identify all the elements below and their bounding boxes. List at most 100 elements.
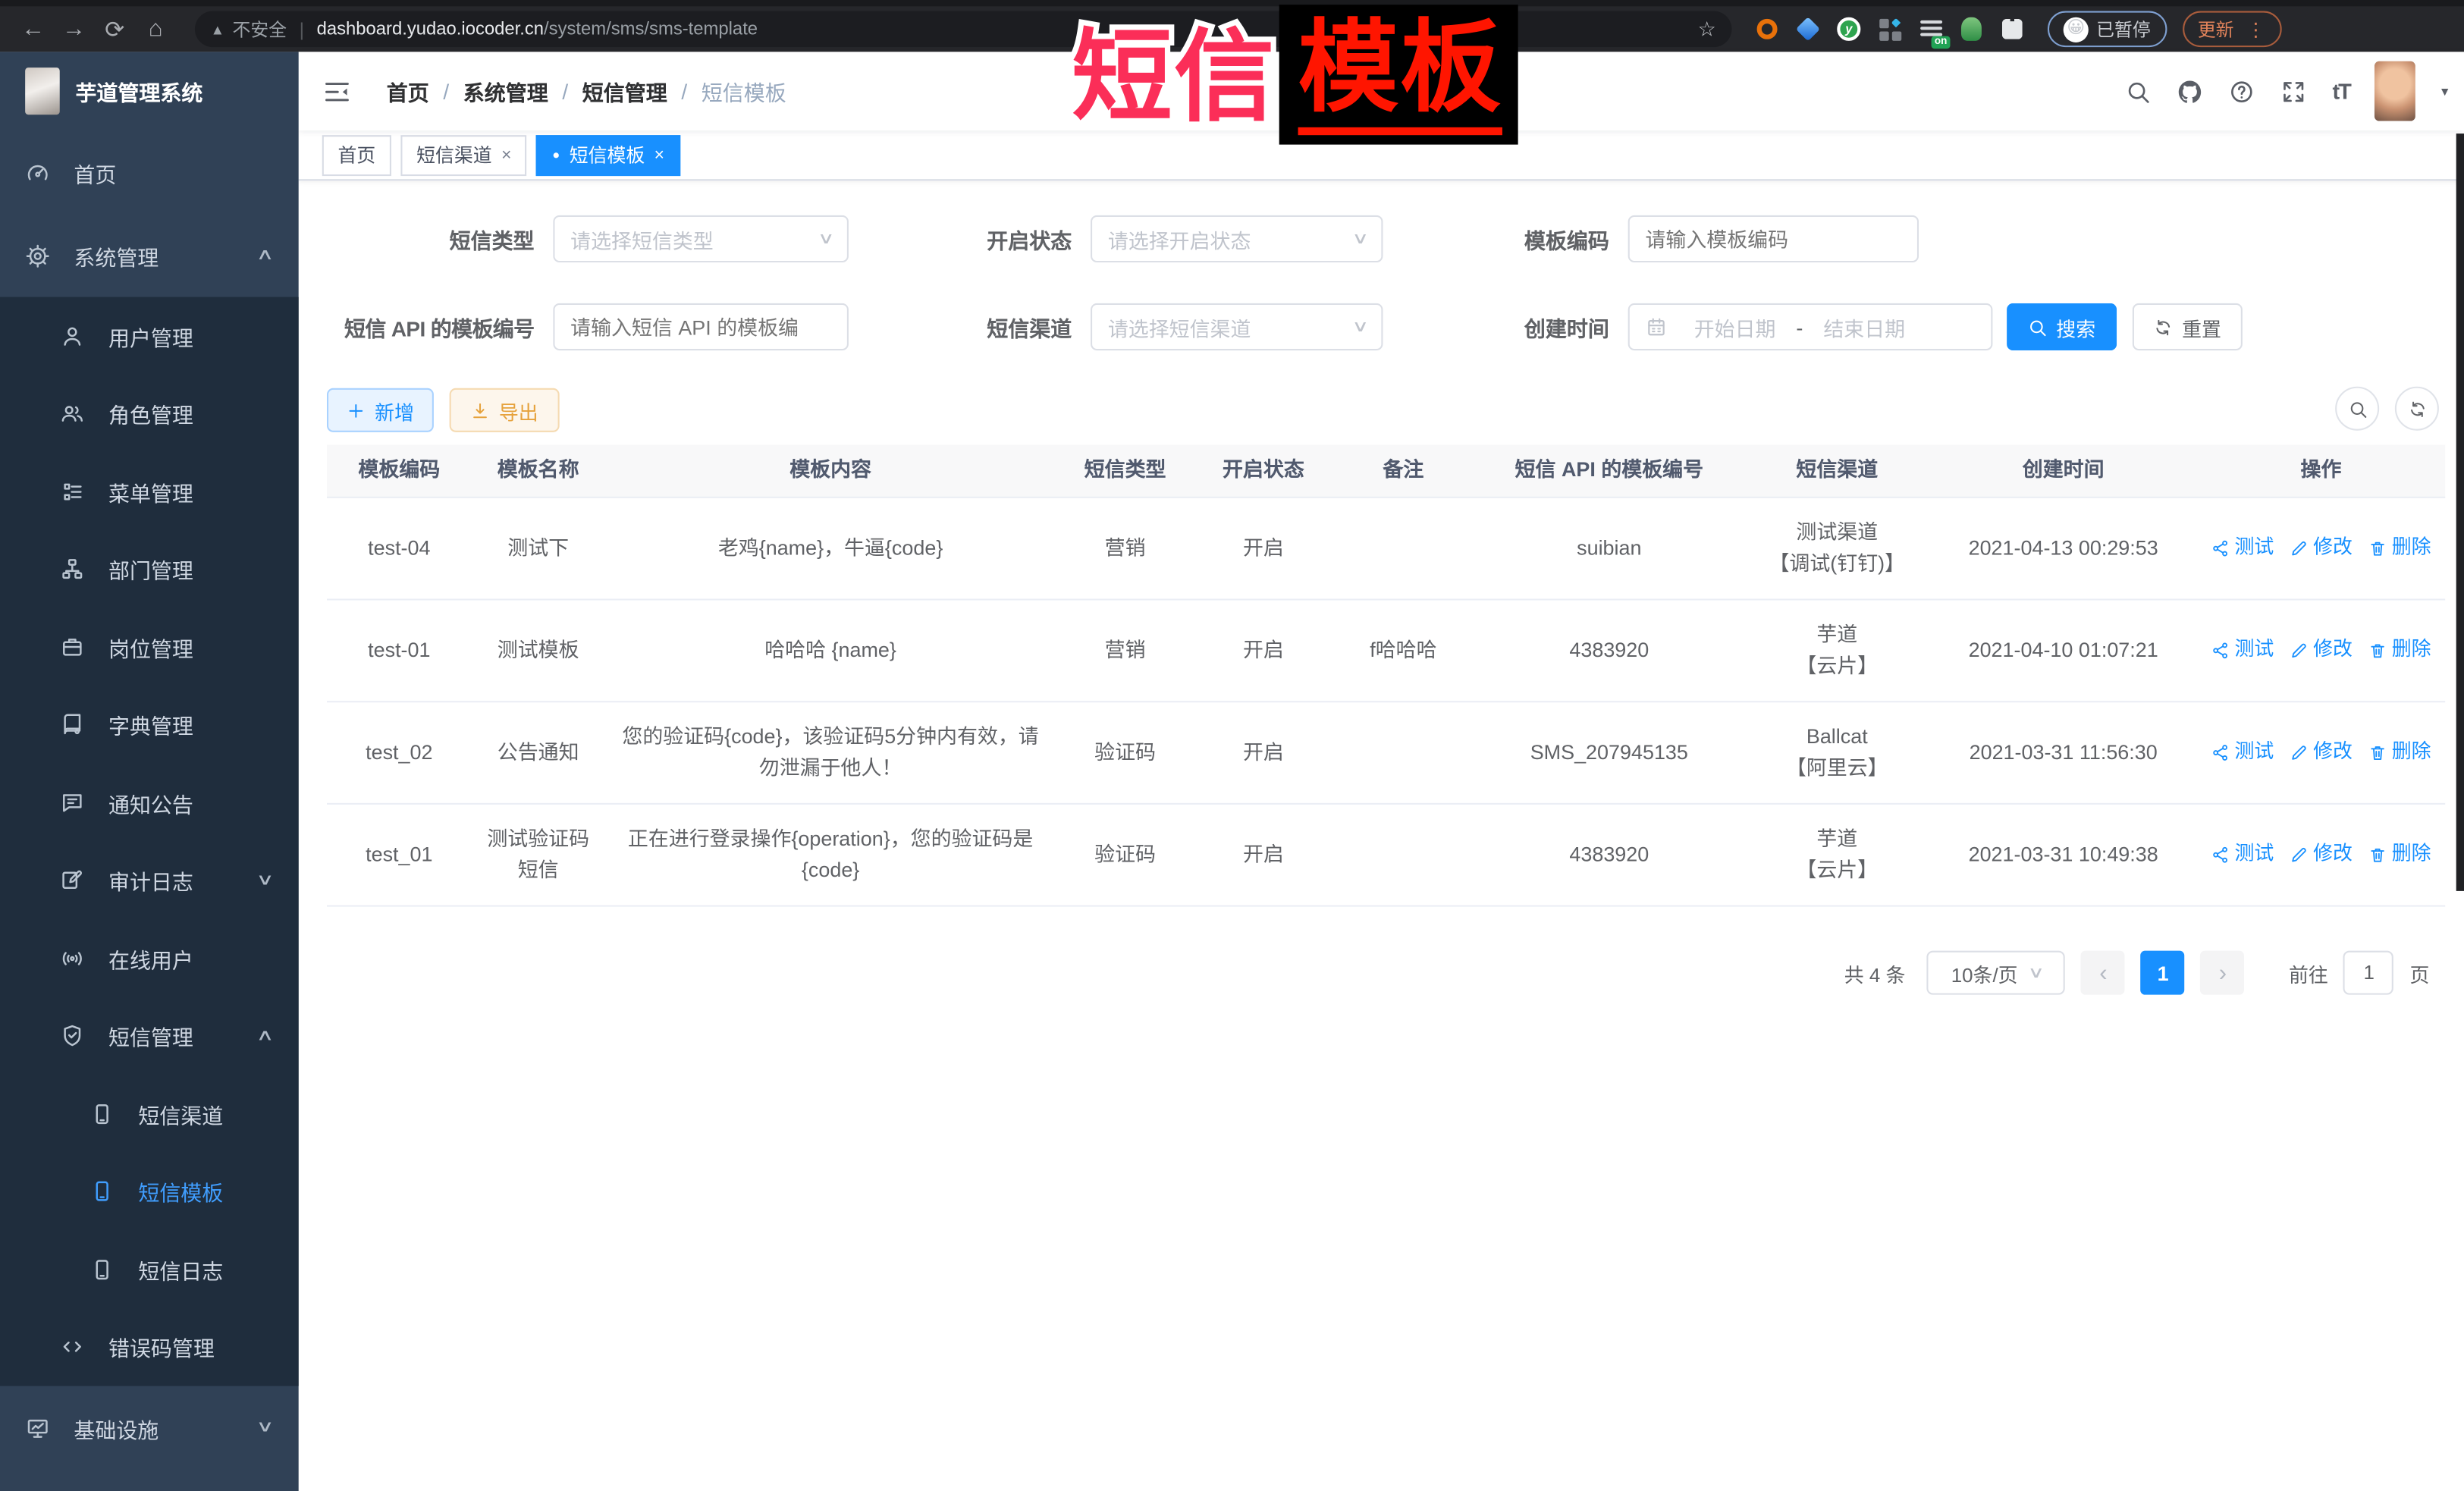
date-separator: - — [1796, 315, 1803, 338]
page-size-select[interactable]: 10条/页 ∨ — [1927, 951, 2065, 995]
extension-icon-yuque[interactable]: y — [1835, 16, 1862, 42]
cell-sms-type: 营销 — [1056, 635, 1194, 667]
browser-back-button[interactable]: ← — [13, 8, 54, 49]
edit-note-icon — [60, 868, 85, 893]
sidebar-item-infrastructure[interactable]: 基础设施 ∨ — [0, 1386, 299, 1470]
breadcrumb-separator: / — [681, 80, 687, 103]
close-icon[interactable]: × — [654, 146, 664, 165]
sidebar-item-users[interactable]: 用户管理 — [0, 297, 299, 375]
date-range-picker[interactable]: 开始日期 - 结束日期 — [1628, 303, 1993, 350]
share-icon — [2211, 743, 2230, 762]
search-icon[interactable] — [2125, 78, 2152, 105]
table-refresh-button[interactable] — [2395, 387, 2439, 431]
delete-link[interactable]: 删除 — [2368, 636, 2431, 666]
help-icon[interactable] — [2229, 78, 2255, 105]
delete-link[interactable]: 删除 — [2368, 533, 2431, 563]
tree-list-icon — [60, 479, 85, 504]
extension-icon-adblock[interactable] — [1753, 16, 1780, 42]
sidebar-item-sms-log[interactable]: 短信日志 — [0, 1230, 299, 1308]
sidebar-item-sms-management[interactable]: 短信管理 ∧ — [0, 997, 299, 1075]
mobile-phone-icon — [89, 1101, 115, 1126]
test-link[interactable]: 测试 — [2211, 840, 2274, 870]
goto-page-input[interactable] — [2344, 951, 2394, 995]
add-button[interactable]: 新增 — [327, 388, 434, 432]
breadcrumb-home[interactable]: 首页 — [387, 75, 429, 106]
delete-link[interactable]: 删除 — [2368, 737, 2431, 767]
sidebar-item-roles[interactable]: 角色管理 — [0, 375, 299, 453]
template-code-input[interactable] — [1628, 215, 1919, 262]
sidebar-item-sms-template[interactable]: 短信模板 — [0, 1153, 299, 1231]
delete-link[interactable]: 删除 — [2368, 840, 2431, 870]
sidebar-item-label: 审计日志 — [108, 865, 193, 896]
extension-icon-gem[interactable] — [1794, 16, 1821, 42]
extension-icon-grid[interactable] — [1876, 16, 1903, 42]
breadcrumb-sms[interactable]: 短信管理 — [582, 75, 667, 106]
sidebar-item-dictionary[interactable]: 字典管理 — [0, 686, 299, 764]
date-end-placeholder[interactable]: 结束日期 — [1810, 312, 1919, 341]
active-dot-icon: ● — [552, 149, 560, 162]
edit-link[interactable]: 修改 — [2290, 737, 2353, 767]
sidebar-item-positions[interactable]: 岗位管理 — [0, 608, 299, 686]
extension-icon-puzzle[interactable] — [1999, 16, 2026, 42]
extensions-row: y on — [1753, 16, 2025, 42]
cell-template-code: test-01 — [327, 635, 472, 667]
edit-link[interactable]: 修改 — [2290, 840, 2353, 870]
table-search-toggle-button[interactable] — [2335, 387, 2379, 431]
browser-update-button[interactable]: 更新 ⋮ — [2182, 11, 2281, 48]
export-button[interactable]: 导出 — [450, 388, 560, 432]
page-number-1[interactable]: 1 — [2141, 951, 2185, 995]
edit-link[interactable]: 修改 — [2290, 636, 2353, 666]
browser-reload-button[interactable]: ⟳ — [94, 8, 135, 49]
sidebar-item-online-users[interactable]: 在线用户 — [0, 919, 299, 997]
browser-forward-button[interactable]: → — [53, 8, 94, 49]
address-bar[interactable]: ▲ 不安全 | dashboard.yudao.iocoder.cn/syste… — [195, 11, 1732, 48]
badge-icon — [60, 635, 85, 660]
date-start-placeholder[interactable]: 开始日期 — [1680, 312, 1790, 341]
test-link[interactable]: 测试 — [2211, 636, 2274, 666]
sidebar-item-departments[interactable]: 部门管理 — [0, 530, 299, 608]
sidebar-item-error-codes[interactable]: 错误码管理 — [0, 1308, 299, 1386]
sidebar-item-sms-channel[interactable]: 短信渠道 — [0, 1075, 299, 1153]
next-page-button[interactable]: › — [2201, 951, 2245, 995]
avatar-dropdown-icon[interactable]: ▾ — [2441, 83, 2448, 100]
tab-home[interactable]: 首页 — [322, 134, 391, 175]
browser-menu-kebab-icon[interactable]: ⋮ — [2246, 18, 2265, 40]
cell-actions: 测试 修改 删除 — [2197, 737, 2445, 767]
sidebar-item-label: 短信模板 — [138, 1176, 223, 1207]
font-size-icon[interactable]: tT — [2333, 79, 2350, 104]
security-label[interactable]: 不安全 — [233, 17, 287, 42]
github-icon[interactable] — [2177, 78, 2203, 105]
sidebar-item-home[interactable]: 首页 — [0, 130, 299, 214]
tab-sms-channel[interactable]: 短信渠道 × — [400, 134, 527, 175]
sidebar-item-announcements[interactable]: 通知公告 — [0, 764, 299, 842]
sidebar-item-audit-logs[interactable]: 审计日志 ∨ — [0, 842, 299, 920]
extension-icon-switch[interactable]: on — [1917, 16, 1944, 42]
sidebar-toggle-button[interactable] — [322, 77, 352, 115]
close-icon[interactable]: × — [501, 146, 511, 165]
app-logo[interactable]: 芋道管理系统 — [0, 52, 299, 130]
sms-channel-select[interactable]: 请选择短信渠道 ∨ — [1091, 303, 1383, 350]
sidebar-item-label: 用户管理 — [108, 320, 193, 351]
bookmark-star-icon[interactable]: ☆ — [1698, 17, 1716, 42]
edit-link[interactable]: 修改 — [2290, 533, 2353, 563]
api-template-id-input[interactable] — [553, 303, 849, 350]
sidebar-item-system[interactable]: 系统管理 ∧ — [0, 214, 299, 297]
cell-status: 开启 — [1194, 839, 1332, 871]
test-link[interactable]: 测试 — [2211, 737, 2274, 767]
reset-button[interactable]: 重置 — [2133, 303, 2243, 350]
scrollbar-thumb[interactable] — [2456, 133, 2464, 891]
user-avatar[interactable] — [2375, 61, 2416, 121]
fullscreen-icon[interactable] — [2280, 78, 2307, 105]
sidebar-menu: 首页 系统管理 ∧ 用户管理 角色管理 菜单管理 — [0, 130, 299, 1469]
test-link[interactable]: 测试 — [2211, 533, 2274, 563]
status-select[interactable]: 请选择开启状态 ∨ — [1091, 215, 1383, 262]
breadcrumb-system[interactable]: 系统管理 — [463, 75, 548, 106]
sms-type-select[interactable]: 请选择短信类型 ∨ — [553, 215, 849, 262]
extension-icon-agent[interactable] — [1958, 16, 1985, 42]
browser-home-button[interactable]: ⌂ — [135, 8, 176, 49]
sidebar-item-menus[interactable]: 菜单管理 — [0, 453, 299, 531]
tab-sms-template[interactable]: ● 短信模板 × — [537, 134, 680, 175]
search-button[interactable]: 搜索 — [2007, 303, 2117, 350]
prev-page-button[interactable]: ‹ — [2081, 951, 2125, 995]
profile-paused-badge[interactable]: 😀 已暂停 — [2048, 11, 2166, 48]
